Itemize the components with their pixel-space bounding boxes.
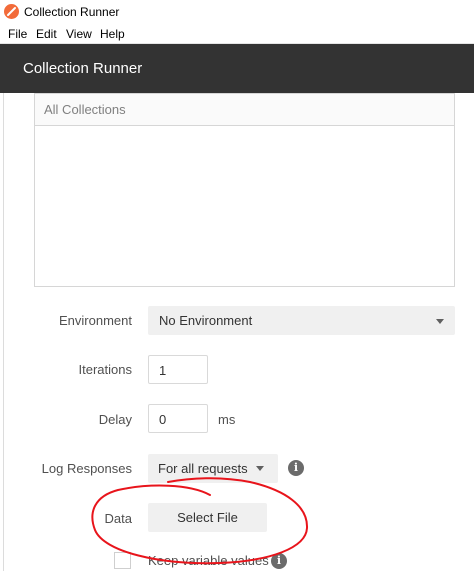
menu-bar: File Edit View Help	[0, 25, 474, 44]
delay-input[interactable]: 0	[148, 404, 208, 433]
log-responses-select-value: For all requests	[158, 461, 248, 476]
iterations-input-value: 1	[159, 363, 167, 378]
page-title: Collection Runner	[23, 60, 143, 77]
collections-list-header-label: All Collections	[44, 102, 126, 117]
log-responses-select[interactable]: For all requests	[148, 454, 278, 483]
data-label: Data	[104, 511, 132, 526]
collections-list-header[interactable]: All Collections	[35, 94, 454, 126]
chevron-down-icon	[436, 319, 444, 324]
select-file-button-label: Select File	[177, 510, 238, 525]
environment-label: Environment	[59, 313, 132, 328]
menu-help[interactable]: Help	[100, 27, 125, 41]
postman-logo-icon	[4, 4, 19, 19]
info-icon[interactable]: i	[271, 553, 287, 569]
delay-unit: ms	[218, 412, 236, 427]
menu-edit[interactable]: Edit	[36, 27, 57, 41]
window-titlebar: Collection Runner	[0, 0, 474, 25]
select-file-button[interactable]: Select File	[148, 503, 267, 532]
delay-input-value: 0	[159, 412, 167, 427]
menu-file[interactable]: File	[8, 27, 27, 41]
chevron-down-icon	[256, 466, 264, 471]
environment-select-value: No Environment	[159, 313, 253, 328]
keep-variable-values-label: Keep variable values	[148, 553, 269, 568]
info-icon[interactable]: i	[288, 460, 304, 476]
iterations-input[interactable]: 1	[148, 355, 208, 384]
window-title: Collection Runner	[24, 5, 120, 19]
log-responses-label: Log Responses	[41, 461, 132, 476]
menu-view[interactable]: View	[66, 27, 92, 41]
app-header: Collection Runner	[0, 44, 474, 93]
environment-select[interactable]: No Environment	[148, 306, 455, 335]
keep-variable-values-checkbox[interactable]	[114, 552, 131, 569]
delay-label: Delay	[98, 412, 132, 427]
collections-list[interactable]: All Collections	[34, 93, 455, 287]
iterations-label: Iterations	[78, 362, 132, 377]
left-divider	[3, 93, 4, 571]
